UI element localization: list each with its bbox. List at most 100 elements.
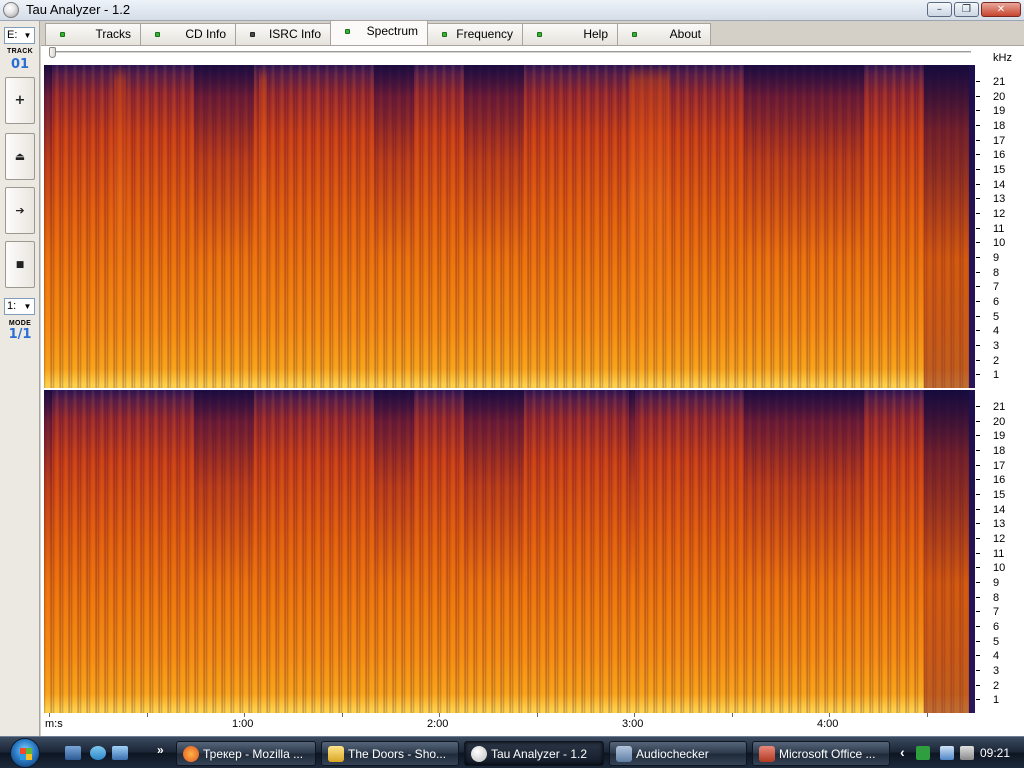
axis-tick-mark [976,81,980,82]
title-bar[interactable]: Tau Analyzer - 1.2 – ❐ ✕ [0,0,1024,21]
frequency-tick-label: 4 [993,650,1000,663]
time-tick-mark [536,713,538,717]
start-button[interactable] [10,738,40,768]
frequency-tick-label: 4 [993,325,1000,338]
close-button[interactable]: ✕ [981,2,1021,17]
axis-tick-mark [976,242,980,244]
spectrogram-right-channel [44,390,975,713]
spectrogram-band [374,390,414,713]
axis-tick-mark [976,345,980,347]
tab-help[interactable]: Help [522,23,618,45]
tab-strip: Tracks CD Info ISRC Info Spectrum Freque… [45,20,711,45]
frequency-tick-label: 11 [993,547,1005,560]
frequency-tick-label: 21 [993,401,1006,413]
spectrogram-edge [969,390,975,713]
spectrogram-band [194,65,254,388]
axis-tick-mark [976,169,980,171]
time-tick-label: 4:00 [817,718,839,730]
axis-tick-mark [976,699,980,701]
time-tick-mark [731,713,733,717]
drive-select-value: E: [7,29,18,41]
task-label: Audiochecker [636,746,709,761]
frequency-tick-label: 12 [993,533,1006,546]
axis-tick-mark [976,213,980,215]
axis-tick-mark [976,154,980,156]
window-title: Tau Analyzer - 1.2 [26,2,131,17]
frequency-tick-label: 6 [993,296,1000,309]
tab-about[interactable]: About [617,23,711,45]
stop-button[interactable]: ■ [5,241,35,288]
axis-tick-mark [976,183,980,185]
chevron-down-icon: ▼ [23,302,32,311]
frequency-tick-label: 7 [993,606,1000,619]
play-button[interactable]: ➔ [5,187,35,234]
position-slider-thumb[interactable] [49,47,56,58]
time-tick-mark [244,713,245,717]
task-office[interactable]: Microsoft Office ... [752,741,890,766]
cd-icon [471,746,487,762]
spectrogram-band [744,65,864,388]
time-tick-label: 2:00 [427,718,449,730]
task-tau-analyzer[interactable]: Tau Analyzer - 1.2 [464,741,604,766]
tab-tracks[interactable]: Tracks [45,23,141,45]
tab-label: ISRC Info [268,27,321,41]
spectrogram-band [44,390,52,713]
spectrogram-band [924,65,969,388]
tray-expand-icon[interactable]: ‹ [900,744,905,760]
show-desktop-icon[interactable] [65,746,81,760]
time-tick-label: 3:00 [622,718,644,730]
tab-spectrum[interactable]: Spectrum [330,20,428,45]
add-button[interactable]: + [5,77,35,124]
clock[interactable]: 09:21 [980,746,1010,760]
switch-windows-icon[interactable] [112,746,128,760]
spectrogram-band [744,390,864,713]
eject-button[interactable]: ⏏ [5,133,35,180]
axis-tick-mark [976,670,980,672]
time-tick-mark [634,713,635,717]
frequency-tick-label: 21 [993,76,1006,88]
axis-tick-mark [976,582,980,584]
axis-tick-mark [976,95,980,97]
time-tick-mark [146,713,148,717]
office-icon [759,746,775,762]
tab-label: Frequency [456,27,513,41]
app-icon [3,2,19,18]
utorrent-icon[interactable] [916,746,930,760]
axis-tick-mark [976,330,980,332]
frequency-tick-label: 17 [993,134,1006,147]
time-axis-label: m:s [45,718,63,730]
left-toolbar: E: ▼ TRACK 01 + ⏏ ➔ ■ 1: ▼ MODE 1/1 [0,21,40,736]
task-firefox[interactable]: Трекер - Mozilla ... [176,741,316,766]
volume-icon[interactable] [960,746,974,760]
track-label: TRACK [7,48,33,55]
frequency-tick-label: 20 [993,415,1006,428]
axis-tick-mark [976,301,980,303]
task-audiochecker[interactable]: Audiochecker [609,741,747,766]
position-slider-track[interactable] [51,51,971,54]
network-icon[interactable] [940,746,954,760]
spectrum-panel: kHz 21 20 19 18 17 16 15 14 13 12 11 10 9 8 7 6 5 4 3 2 1 21… [41,45,1024,736]
drive-select[interactable]: E: ▼ [4,27,35,44]
tab-cd-info[interactable]: CD Info [140,23,236,45]
maximize-button[interactable]: ❐ [954,2,979,17]
task-folder[interactable]: The Doors - Sho... [321,741,459,766]
axis-tick-mark [976,359,980,361]
axis-tick-mark [976,374,980,376]
tab-frequency[interactable]: Frequency [427,23,523,45]
axis-tick-mark [976,523,980,525]
axis-tick-mark [976,110,980,112]
led-icon [537,32,542,37]
frequency-tick-label: 13 [993,193,1006,206]
axis-tick-mark [976,139,980,141]
axis-tick-mark [976,596,980,598]
quicklaunch-overflow-icon[interactable]: » [157,743,164,757]
minimize-button[interactable]: – [927,2,952,17]
messenger-icon[interactable] [90,746,106,760]
windows-logo-icon [20,748,32,760]
spectrogram-left-channel [44,65,975,388]
mode-select[interactable]: 1: ▼ [4,298,35,315]
tab-isrc-info[interactable]: ISRC Info [235,23,331,45]
chevron-down-icon: ▼ [23,31,32,40]
frequency-tick-label: 16 [993,149,1006,162]
khz-unit-label: kHz [993,52,1012,64]
